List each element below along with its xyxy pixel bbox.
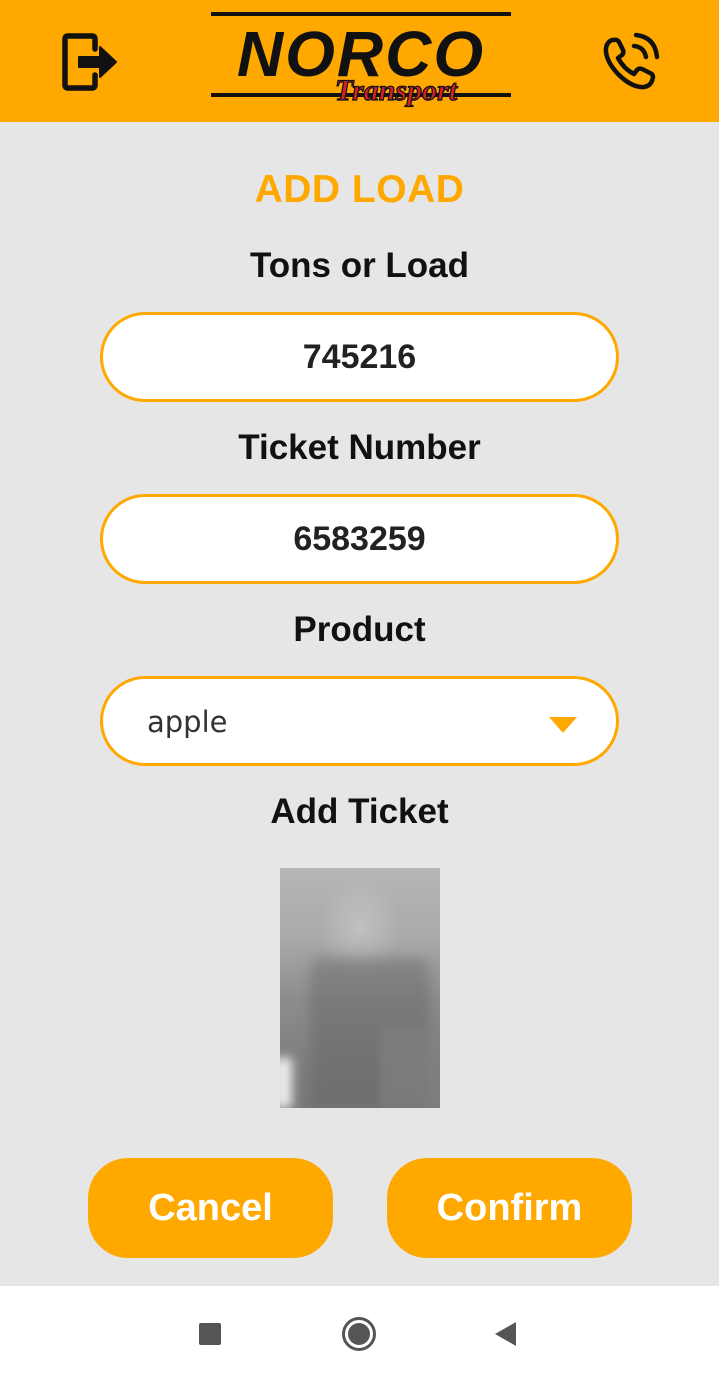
home-circle-icon[interactable]	[341, 1316, 377, 1352]
ticket-number-label: Ticket Number	[238, 428, 481, 467]
tons-input[interactable]	[100, 312, 619, 402]
ticket-photo-thumbnail[interactable]	[280, 868, 440, 1108]
cancel-button[interactable]: Cancel	[88, 1158, 333, 1258]
call-button[interactable]	[598, 30, 664, 94]
norco-transport-logo: NORCO Transport	[208, 10, 514, 114]
page-title: ADD LOAD	[254, 168, 465, 211]
phone-icon	[603, 32, 660, 90]
confirm-button[interactable]: Confirm	[387, 1158, 632, 1258]
ticket-number-input[interactable]	[100, 494, 619, 584]
tons-label: Tons or Load	[249, 246, 470, 285]
android-nav-bar	[0, 1286, 719, 1382]
logout-button[interactable]	[58, 30, 120, 94]
product-selected-value: apple	[147, 705, 228, 739]
product-select[interactable]: apple	[100, 676, 619, 766]
caret-down-icon	[549, 717, 577, 733]
back-triangle-icon[interactable]	[494, 1321, 518, 1347]
add-ticket-label: Add Ticket	[270, 792, 449, 831]
logo-sub-text: Transport	[335, 74, 459, 107]
app-root: NORCO Transport ADD LOAD Tons or Load Ti…	[0, 0, 719, 1382]
logout-icon	[62, 33, 117, 91]
app-header: NORCO Transport	[0, 0, 719, 122]
product-label: Product	[293, 610, 426, 649]
recent-apps-icon[interactable]	[199, 1323, 221, 1345]
